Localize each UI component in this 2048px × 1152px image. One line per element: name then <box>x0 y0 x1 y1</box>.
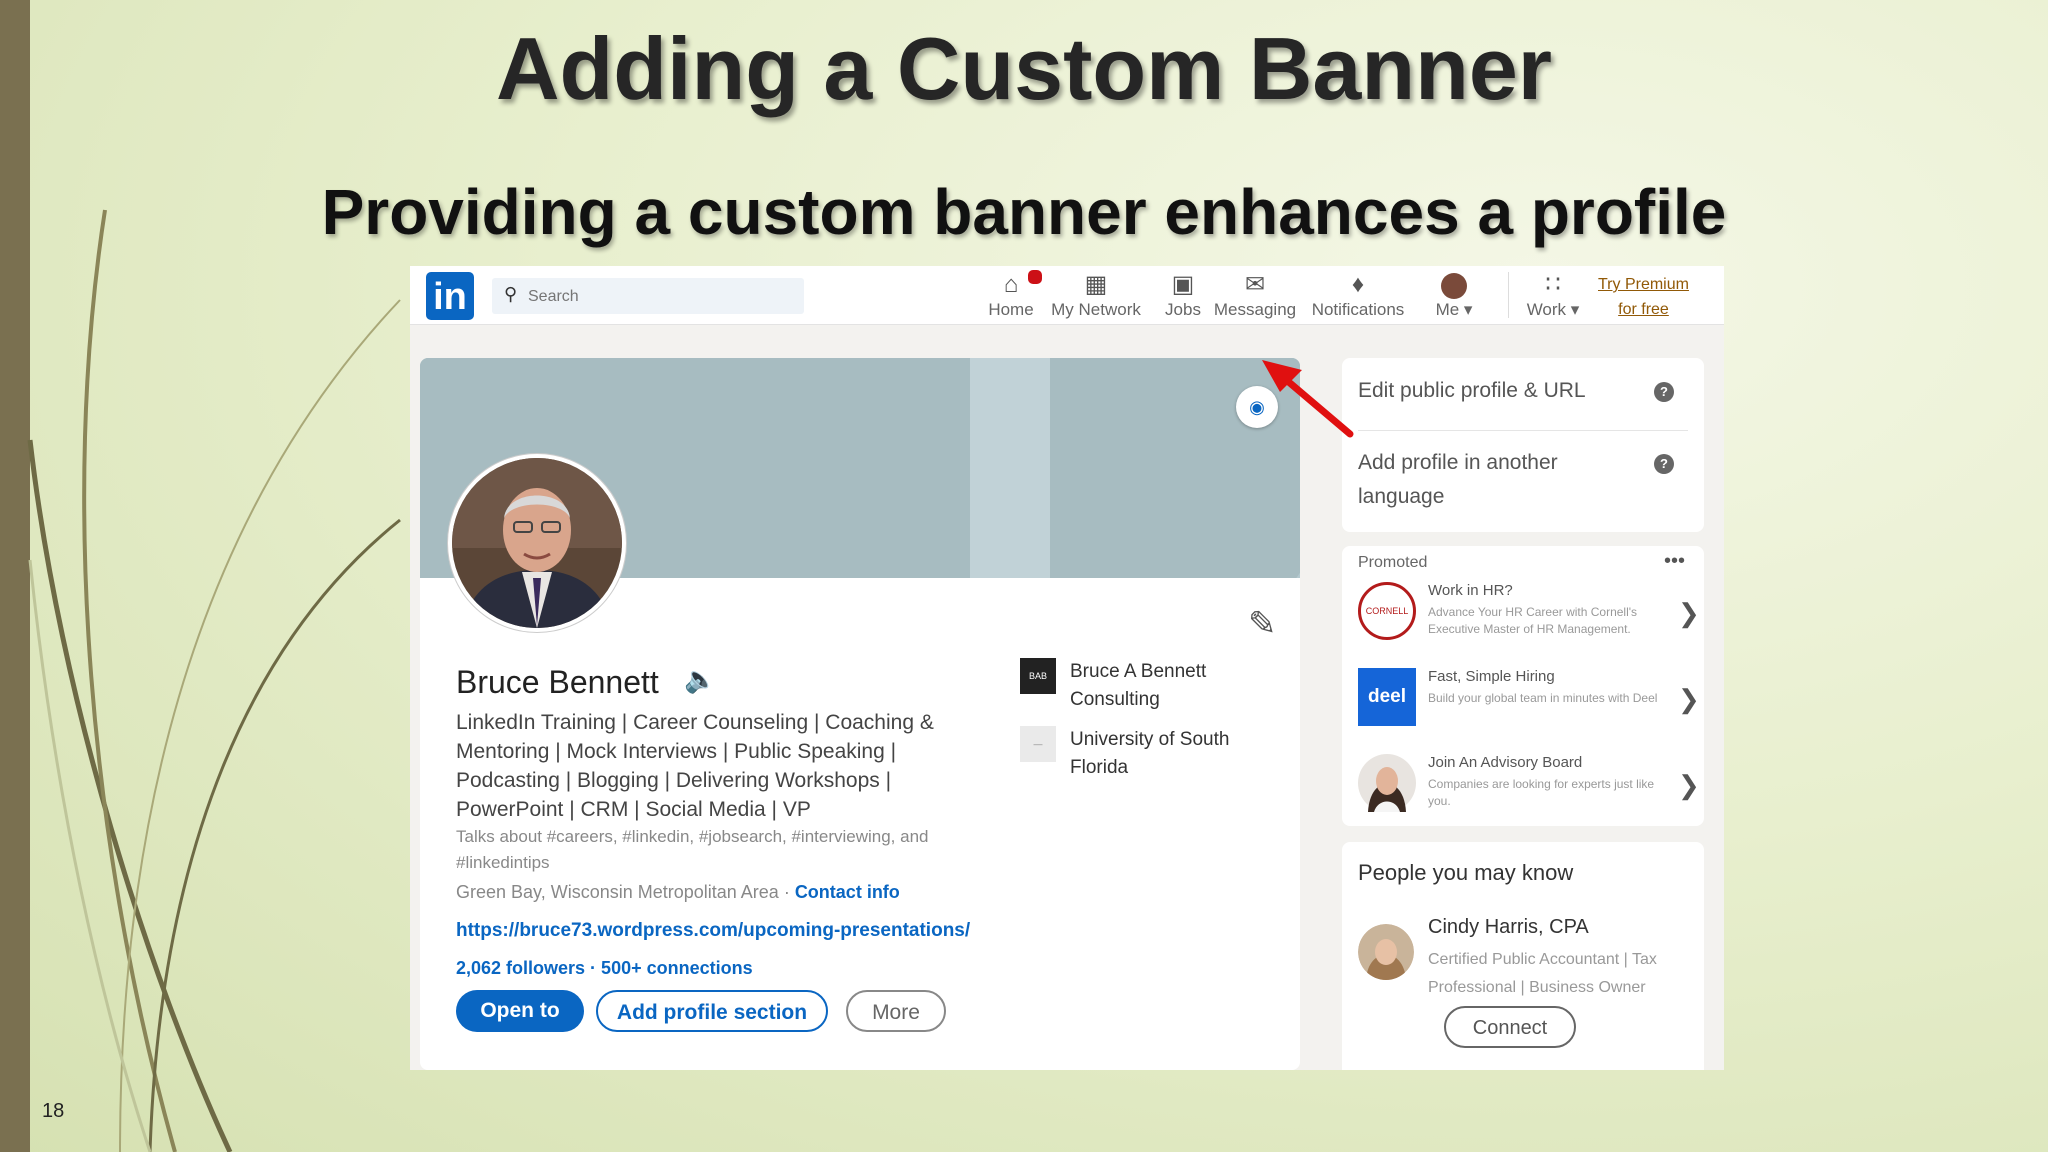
slide-subtitle: Providing a custom banner enhances a pro… <box>321 176 1727 248</box>
slide-number: 18 <box>42 1100 65 1122</box>
linkedin-screenshot: in ⚲ ⌂ Home ▦ My Network ▣ Jobs ✉ Messag… <box>410 266 1724 1070</box>
slide-title: Adding a Custom Banner <box>495 19 1553 118</box>
red-arrow-annotation <box>1262 360 1354 438</box>
decorative-swoosh <box>27 209 401 1152</box>
